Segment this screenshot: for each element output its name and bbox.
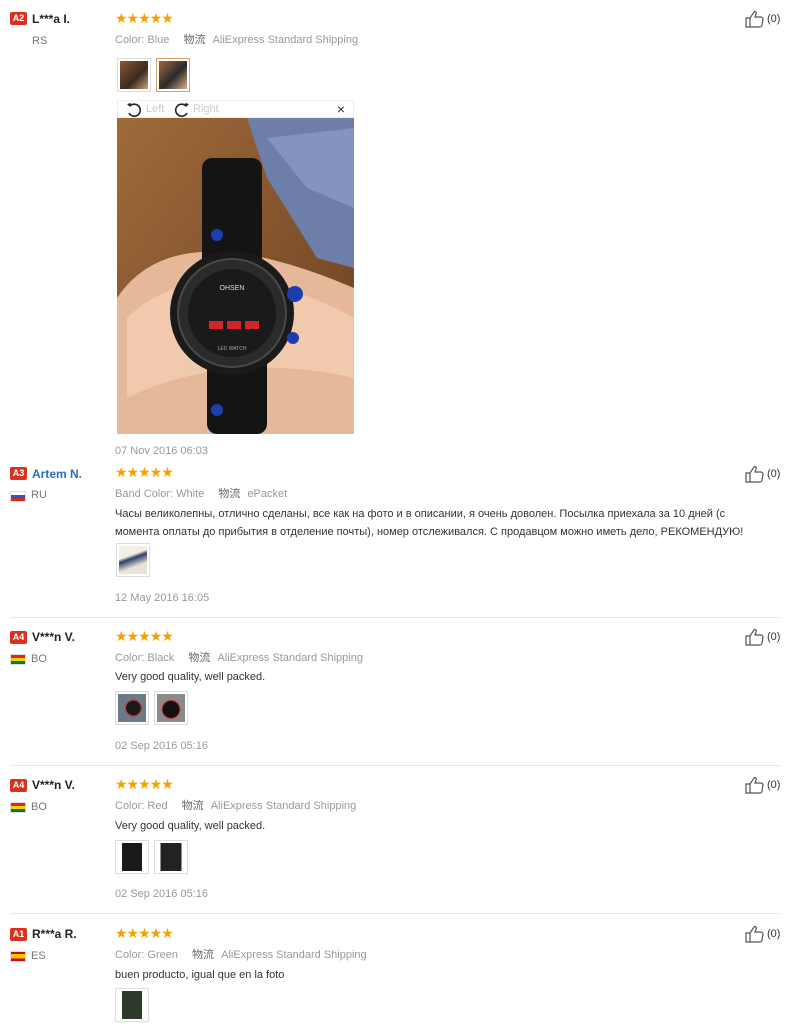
flag-bo-icon — [10, 654, 26, 665]
shipping-key: 物流 — [218, 488, 241, 500]
helpful-button[interactable]: (0) — [745, 628, 790, 648]
review-date: 02 Sep 2016 05:16 — [115, 740, 208, 752]
buyer-country: RU — [31, 489, 47, 501]
shipping-key: 物流 — [188, 652, 211, 664]
review-divider — [10, 765, 780, 766]
attr-key: Color: — [115, 800, 145, 812]
thumbs-up-icon — [745, 777, 764, 794]
review-photo-thumb[interactable] — [115, 988, 149, 1022]
helpful-button[interactable]: (0) — [745, 10, 790, 30]
star-rating: ★★★★★ — [115, 776, 174, 792]
helpful-count: (0) — [767, 779, 781, 791]
helpful-button[interactable]: (0) — [745, 776, 790, 796]
attr-value: Black — [147, 652, 175, 664]
helpful-count: (0) — [767, 631, 781, 643]
rotate-left-button[interactable]: Left — [146, 103, 164, 115]
review-photo-thumb[interactable] — [117, 58, 151, 92]
buyer-country: RS — [32, 35, 48, 47]
star-rating: ★★★★★ — [115, 464, 174, 480]
rotate-right-button[interactable]: Right — [193, 103, 219, 115]
review-photo-thumb[interactable] — [116, 543, 150, 577]
attr-value: White — [176, 488, 205, 500]
star-rating: ★★★★★ — [115, 628, 174, 644]
review-divider — [10, 617, 780, 618]
order-info: Color: Black 物流 AliExpress Standard Ship… — [115, 649, 363, 665]
buyer-rank-badge: A4 — [10, 631, 27, 644]
order-info: Color: Blue 物流 AliExpress Standard Shipp… — [115, 31, 358, 47]
review-divider — [10, 913, 780, 914]
shipping-value: AliExpress Standard Shipping — [212, 34, 359, 46]
review-text: Часы великолепны, отлично сделаны, все к… — [115, 508, 744, 538]
review-photo-thumb[interactable] — [154, 691, 188, 725]
review-photo-thumb-selected[interactable] — [156, 58, 190, 92]
watch-photo-image: OHSEN LED WATCH — [117, 118, 354, 434]
buyer-name-link[interactable]: Artem N. — [32, 467, 82, 481]
attr-key: Color: — [115, 652, 145, 664]
close-viewer-button[interactable]: × — [337, 101, 345, 117]
order-info: Color: Green 物流 AliExpress Standard Ship… — [115, 946, 367, 962]
review-text: buen producto, igual que en la foto — [115, 969, 285, 981]
attr-value: Red — [147, 800, 168, 812]
buyer-rank-badge: A3 — [10, 467, 27, 480]
review-date: 02 Sep 2016 05:16 — [115, 888, 208, 900]
attr-key: Band Color: — [115, 488, 174, 500]
buyer-rank-badge: A1 — [10, 928, 27, 941]
buyer-country: BO — [31, 801, 47, 813]
helpful-count: (0) — [767, 468, 781, 480]
flag-bo-icon — [10, 802, 26, 813]
helpful-button[interactable]: (0) — [745, 465, 790, 485]
review-photo-thumb[interactable] — [115, 840, 149, 874]
buyer-name: R***a R. — [32, 927, 77, 941]
review-text: Very good quality, well packed. — [115, 820, 266, 832]
shipping-key: 物流 — [183, 34, 206, 46]
shipping-value: AliExpress Standard Shipping — [210, 800, 357, 812]
thumbs-up-icon — [745, 629, 764, 646]
buyer-rank-badge: A4 — [10, 779, 27, 792]
review-photo-thumb[interactable] — [115, 691, 149, 725]
buyer-country: BO — [31, 653, 47, 665]
review-date: 07 Nov 2016 06:03 — [115, 445, 208, 457]
star-rating: ★★★★★ — [115, 10, 174, 26]
shipping-key: 物流 — [181, 800, 204, 812]
thumbs-up-icon — [745, 466, 764, 483]
star-rating: ★★★★★ — [115, 925, 174, 941]
shipping-value: AliExpress Standard Shipping — [217, 652, 363, 664]
watch-brand-text: OHSEN — [220, 285, 245, 292]
buyer-rank-badge: A2 — [10, 12, 27, 25]
review-photo-large: OHSEN LED WATCH — [117, 118, 354, 434]
thumbs-up-icon — [745, 11, 764, 28]
attr-key: Color: — [115, 34, 145, 46]
order-info: Color: Red 物流 AliExpress Standard Shippi… — [115, 797, 356, 813]
buyer-country: ES — [31, 950, 46, 962]
order-info: Band Color: White 物流 ePacket — [115, 485, 287, 501]
flag-es-icon — [10, 951, 26, 962]
shipping-key: 物流 — [192, 949, 215, 961]
rotate-right-icon[interactable] — [174, 102, 190, 118]
buyer-name: V***n V. — [32, 630, 75, 644]
review-photo-thumb[interactable] — [154, 840, 188, 874]
review-date: 12 May 2016 16:05 — [115, 592, 210, 604]
buyer-name: L***a I. — [32, 12, 71, 26]
thumbs-up-icon — [745, 926, 764, 943]
attr-value: Green — [147, 949, 178, 961]
shipping-value: ePacket — [247, 488, 288, 500]
photo-viewer-toolbar: Left Right × — [117, 100, 354, 118]
shipping-value: AliExpress Standard Shipping — [221, 949, 367, 961]
rotate-left-icon[interactable] — [126, 102, 142, 118]
helpful-count: (0) — [767, 928, 781, 940]
attr-key: Color: — [115, 949, 145, 961]
helpful-button[interactable]: (0) — [745, 925, 790, 945]
buyer-name: V***n V. — [32, 778, 75, 792]
helpful-count: (0) — [767, 13, 781, 25]
review-text: Very good quality, well packed. — [115, 671, 266, 683]
watch-sub-text: LED WATCH — [218, 346, 247, 352]
flag-ru-icon — [10, 491, 26, 502]
attr-value: Blue — [147, 34, 170, 46]
